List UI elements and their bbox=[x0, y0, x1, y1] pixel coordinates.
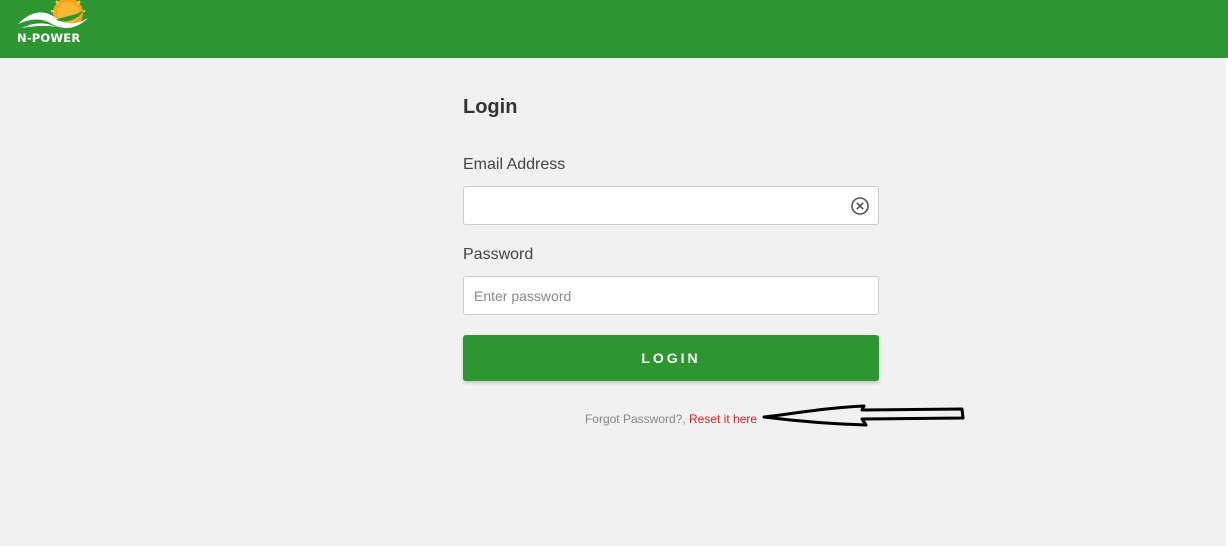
page-title: Login bbox=[463, 96, 518, 118]
npower-logo[interactable]: N-POWER bbox=[16, 0, 90, 48]
password-field-wrapper bbox=[463, 276, 879, 315]
logo-text: N-POWER bbox=[17, 31, 81, 45]
npower-sun-logo-icon bbox=[18, 0, 88, 28]
login-form: Login Email Address Password LOGIN Forgo… bbox=[463, 0, 879, 546]
clear-circle-x-icon[interactable] bbox=[850, 196, 870, 216]
email-label: Email Address bbox=[463, 156, 566, 173]
email-field[interactable] bbox=[464, 187, 878, 224]
email-field-wrapper bbox=[463, 186, 879, 225]
hand-drawn-arrow-icon bbox=[762, 404, 965, 427]
password-label: Password bbox=[463, 246, 534, 263]
forgot-password-text: Forgot Password?, bbox=[584, 412, 689, 426]
login-button[interactable]: LOGIN bbox=[463, 335, 879, 381]
password-field[interactable] bbox=[464, 277, 878, 314]
reset-password-link[interactable]: Reset it here bbox=[689, 412, 757, 426]
